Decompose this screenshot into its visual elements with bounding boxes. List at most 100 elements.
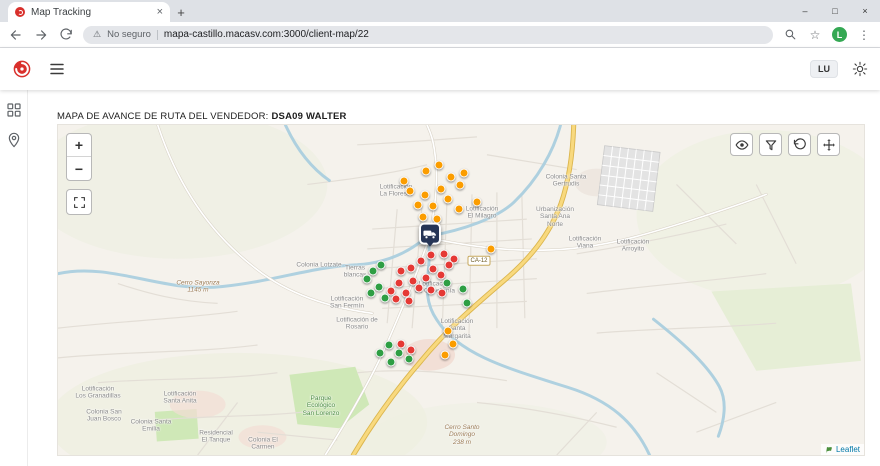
client-marker[interactable] [426,250,436,260]
leaflet-map[interactable]: Lotificación La Floresta Lotificación El … [57,124,865,456]
client-marker[interactable] [394,348,404,358]
client-marker[interactable] [413,200,423,210]
client-marker[interactable] [454,204,464,214]
road-badge: CA-12 [467,255,491,267]
browser-menu-kebab-icon[interactable]: ⋮ [856,28,872,42]
map-place-label: Lotificación El Milagro [465,205,499,220]
map-place-label: Cerro Sayonza 1145 m [176,279,220,294]
client-marker[interactable] [448,339,458,349]
client-marker[interactable] [462,298,472,308]
zoom-page-icon[interactable] [782,28,798,41]
new-tab-button[interactable]: + [170,2,192,22]
filter-funnel-button[interactable] [759,133,782,156]
client-marker[interactable] [439,249,449,259]
client-marker[interactable] [486,244,496,254]
address-bar[interactable]: ⚠ No seguro mapa-castillo.macasv.com:300… [83,25,773,44]
map-place-label: Lotificación Santa Anita [163,390,197,405]
client-marker[interactable] [384,340,394,350]
theme-toggle-sun-icon[interactable] [852,61,868,77]
map-place-label: Lotificación San Fermín [330,295,364,310]
user-badge[interactable]: LU [810,60,838,78]
not-secure-warning-icon[interactable]: ⚠ [93,29,101,40]
client-marker[interactable] [380,293,390,303]
browser-tab-strip: Map Tracking × + – □ × [0,0,880,22]
client-marker[interactable] [394,278,404,288]
client-marker[interactable] [472,197,482,207]
client-marker[interactable] [443,326,453,336]
client-marker[interactable] [436,184,446,194]
client-marker[interactable] [396,266,406,276]
sidebar-item-dashboard[interactable] [6,102,22,118]
client-marker[interactable] [374,282,384,292]
client-marker[interactable] [399,176,409,186]
client-marker[interactable] [406,263,416,273]
security-label[interactable]: No seguro [107,29,151,40]
client-marker[interactable] [404,296,414,306]
browser-profile-avatar[interactable]: L [832,27,847,42]
app-body: MAPA DE AVANCE DE RUTA DEL VENDEDOR: DSA0… [0,90,880,466]
page-title: MAPA DE AVANCE DE RUTA DEL VENDEDOR: DSA0… [57,111,347,122]
refresh-rotate-button[interactable] [788,133,811,156]
page-title-prefix: MAPA DE AVANCE DE RUTA DEL VENDEDOR: [57,111,269,122]
client-marker[interactable] [405,186,415,196]
window-minimize-button[interactable]: – [790,0,820,22]
tab-close-icon[interactable]: × [157,6,163,18]
client-marker[interactable] [366,288,376,298]
url-text[interactable]: mapa-castillo.macasv.com:3000/client-map… [164,29,369,40]
back-button[interactable] [8,27,24,43]
client-marker[interactable] [396,339,406,349]
omnibox-divider [156,29,158,40]
client-marker[interactable] [362,274,372,284]
client-marker[interactable] [420,190,430,200]
zoom-in-button[interactable]: + [67,134,91,157]
client-marker[interactable] [443,194,453,204]
client-marker[interactable] [458,284,468,294]
window-maximize-button[interactable]: □ [820,0,850,22]
client-marker[interactable] [404,354,414,364]
client-marker[interactable] [434,160,444,170]
client-marker[interactable] [414,283,424,293]
visibility-eye-button[interactable] [730,133,753,156]
truck-marker[interactable] [419,222,441,245]
sidebar-item-map[interactable] [6,132,22,148]
sidebar [0,90,28,466]
client-marker[interactable] [421,273,431,283]
client-marker[interactable] [386,357,396,367]
client-marker[interactable] [368,266,378,276]
map-attribution: Leaflet [820,444,864,455]
client-marker[interactable] [444,260,454,270]
leaflet-flag-icon [825,446,832,453]
main-content: MAPA DE AVANCE DE RUTA DEL VENDEDOR: DSA0… [28,90,880,466]
client-marker[interactable] [440,350,450,360]
reload-button[interactable] [58,27,74,43]
bookmark-star-icon[interactable]: ☆ [807,28,823,42]
app-logo[interactable] [12,59,32,79]
client-marker[interactable] [406,345,416,355]
client-marker[interactable] [442,278,452,288]
client-marker[interactable] [426,285,436,295]
zoom-out-button[interactable]: − [67,157,91,180]
client-marker[interactable] [446,172,456,182]
client-marker[interactable] [455,180,465,190]
map-place-label: Lotificación de Rosario [336,316,378,331]
vendor-name: DSA09 WALTER [271,111,347,122]
client-marker[interactable] [421,166,431,176]
client-marker[interactable] [375,348,385,358]
map-toolbar [730,133,840,156]
client-marker[interactable] [428,201,438,211]
client-marker[interactable] [376,260,386,270]
client-marker[interactable] [416,256,426,266]
browser-tab[interactable]: Map Tracking × [8,2,170,22]
client-marker[interactable] [418,212,428,222]
browser-window: Map Tracking × + – □ × ⚠ No seguro mapa-… [0,0,880,466]
recenter-move-button[interactable] [817,133,840,156]
client-marker[interactable] [459,168,469,178]
client-marker[interactable] [437,288,447,298]
client-marker[interactable] [391,294,401,304]
site-favicon-icon [15,7,25,17]
forward-button[interactable] [33,27,49,43]
fullscreen-button[interactable] [66,189,92,215]
window-close-button[interactable]: × [850,0,880,22]
leaflet-attribution-link[interactable]: Leaflet [836,445,860,454]
menu-hamburger-icon[interactable] [48,60,66,78]
